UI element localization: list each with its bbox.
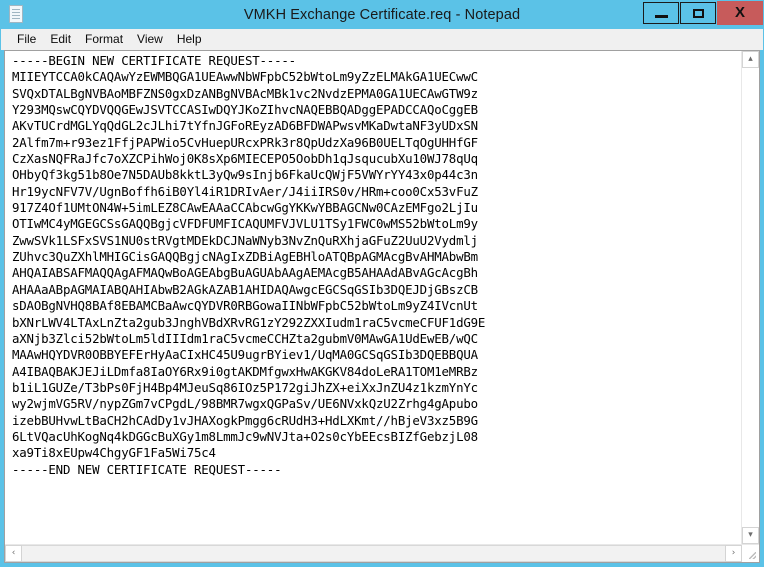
- text-row: -----BEGIN NEW CERTIFICATE REQUEST----- …: [5, 51, 759, 544]
- scroll-left-button[interactable]: ‹: [5, 545, 22, 562]
- menu-item-view[interactable]: View: [130, 31, 170, 48]
- chevron-up-icon: ▴: [748, 54, 753, 64]
- scroll-down-button[interactable]: ▾: [742, 527, 759, 544]
- close-button[interactable]: X: [717, 1, 763, 25]
- minimize-button[interactable]: [643, 2, 679, 24]
- scroll-right-button[interactable]: ›: [725, 545, 742, 562]
- title-bar[interactable]: VMKH Exchange Certificate.req - Notepad …: [1, 1, 763, 29]
- horizontal-scroll-track[interactable]: [22, 545, 725, 562]
- client-area: -----BEGIN NEW CERTIFICATE REQUEST----- …: [4, 50, 760, 563]
- maximize-button[interactable]: [680, 2, 716, 24]
- maximize-icon: [693, 9, 704, 18]
- menu-item-file[interactable]: File: [10, 31, 43, 48]
- chevron-left-icon: ‹: [11, 548, 16, 558]
- window-controls: X: [643, 1, 763, 29]
- chevron-right-icon: ›: [731, 548, 736, 558]
- menu-item-edit[interactable]: Edit: [43, 31, 78, 48]
- menu-item-format[interactable]: Format: [78, 31, 130, 48]
- vertical-scrollbar[interactable]: ▴ ▾: [741, 51, 759, 544]
- chevron-down-icon: ▾: [748, 530, 753, 540]
- close-icon: X: [734, 4, 745, 21]
- notepad-window: VMKH Exchange Certificate.req - Notepad …: [0, 0, 764, 567]
- resize-grip[interactable]: [742, 545, 759, 562]
- menu-bar: File Edit Format View Help: [1, 29, 763, 50]
- notepad-document-icon: [9, 5, 23, 23]
- minimize-icon: [655, 15, 668, 18]
- horizontal-scrollbar[interactable]: ‹ ›: [5, 544, 759, 562]
- scroll-up-button[interactable]: ▴: [742, 51, 759, 68]
- certificate-request-text: -----BEGIN NEW CERTIFICATE REQUEST----- …: [12, 53, 486, 477]
- menu-item-help[interactable]: Help: [170, 31, 209, 48]
- vertical-scroll-track[interactable]: [742, 68, 759, 527]
- text-editor[interactable]: -----BEGIN NEW CERTIFICATE REQUEST----- …: [5, 51, 741, 544]
